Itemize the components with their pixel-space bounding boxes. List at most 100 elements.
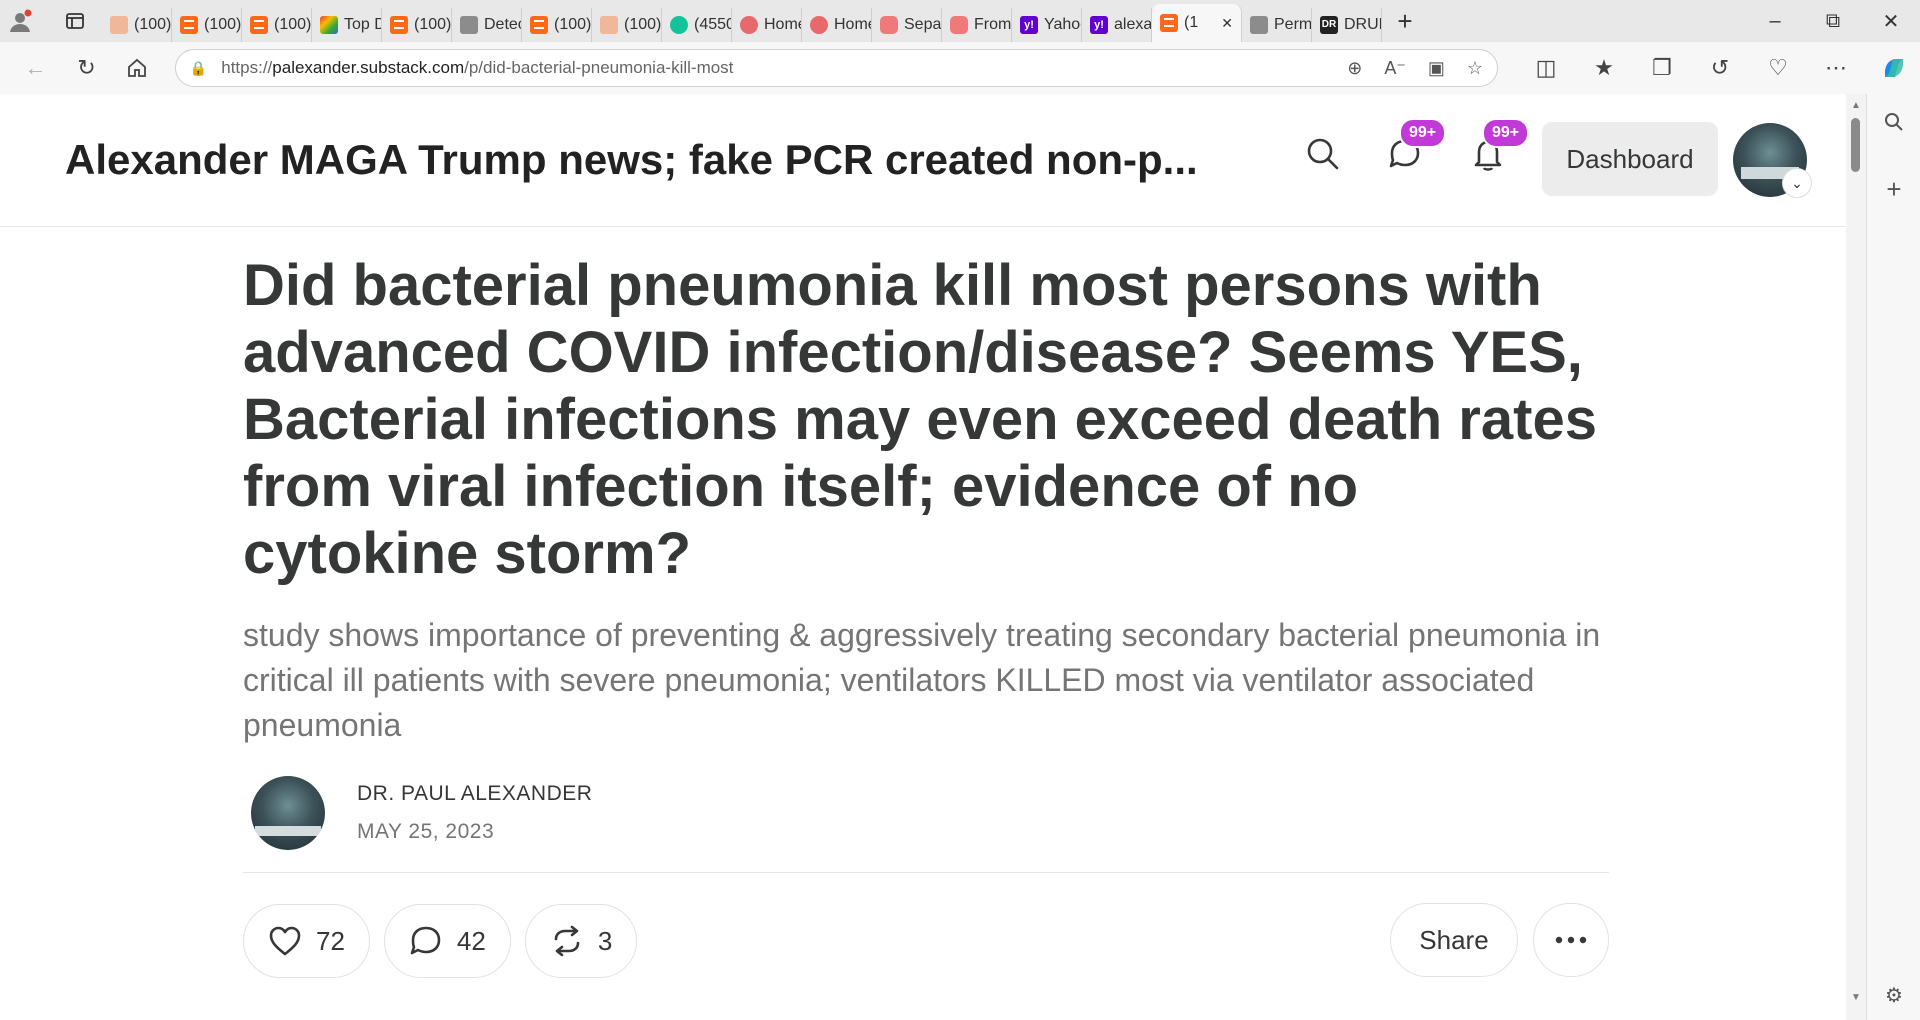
- browser-tab[interactable]: (100) U: [382, 8, 452, 42]
- edge-sidebar: + ⚙: [1866, 94, 1920, 1020]
- read-aloud-icon[interactable]: A⁻: [1384, 58, 1406, 79]
- sidebar-settings-button[interactable]: ⚙: [1885, 983, 1903, 1008]
- browser-tab[interactable]: DR DRUD: [1312, 8, 1382, 42]
- history-icon: ↺: [1710, 55, 1730, 80]
- substack-icon: [180, 16, 198, 34]
- restack-count: 3: [597, 925, 613, 956]
- scroll-up-icon[interactable]: ▲: [1851, 100, 1861, 111]
- browser-tab[interactable]: Home: [732, 8, 802, 42]
- drudge-icon: DR: [1320, 16, 1338, 34]
- url-path: /p/did-bacterial-pneumonia-kill-most: [464, 58, 734, 77]
- browser-tab[interactable]: Detect: [452, 8, 522, 42]
- search-button[interactable]: [1303, 134, 1343, 174]
- browser-tab[interactable]: (100) H: [592, 8, 662, 42]
- restore-button[interactable]: ⧉: [1804, 0, 1862, 42]
- sidebar-add-button[interactable]: +: [1886, 174, 1901, 205]
- notifications-button[interactable]: 99+: [1468, 118, 1530, 174]
- profile-button[interactable]: [0, 4, 58, 38]
- minimize-button[interactable]: –: [1746, 0, 1804, 42]
- browser-tab[interactable]: y! alexan: [1082, 8, 1152, 42]
- favorites-button[interactable]: ★: [1578, 48, 1630, 88]
- tab-actions-icon: [66, 13, 84, 29]
- close-tab-icon[interactable]: ✕: [1221, 15, 1233, 32]
- search-icon: [1307, 138, 1339, 170]
- collections-icon: ❐: [1652, 55, 1672, 80]
- tab-label: From E: [974, 16, 1012, 33]
- like-button[interactable]: 72: [243, 904, 370, 978]
- split-screen-icon: ◫: [1535, 55, 1557, 80]
- tab-label: Separa: [904, 16, 942, 33]
- comment-icon: [410, 926, 441, 955]
- home-button[interactable]: [112, 48, 163, 88]
- browser-tab[interactable]: (100) E: [522, 8, 592, 42]
- close-window-button[interactable]: ✕: [1862, 0, 1920, 42]
- rainbow-icon: [320, 16, 338, 34]
- author-avatar[interactable]: [251, 776, 325, 850]
- chat-badge: 99+: [1399, 118, 1447, 148]
- collections-button[interactable]: ❐: [1636, 48, 1688, 88]
- gear-icon: ⚙: [1885, 985, 1903, 1007]
- tab-label: Home: [834, 16, 871, 33]
- substack-icon: [1160, 14, 1178, 32]
- copilot-button[interactable]: [1868, 48, 1920, 88]
- browser-tab[interactable]: (100) H: [172, 8, 242, 42]
- browser-tab[interactable]: y! Yahoo: [1012, 8, 1082, 42]
- browser-tab[interactable]: Home: [802, 8, 872, 42]
- reload-button[interactable]: ↻: [61, 48, 112, 88]
- lock-icon: 🔒: [189, 59, 208, 76]
- divider: [243, 872, 1609, 873]
- publication-title[interactable]: Alexander MAGA Trump news; fake PCR crea…: [65, 136, 1245, 184]
- back-button[interactable]: ←: [10, 48, 61, 88]
- restack-button[interactable]: 3: [524, 904, 638, 978]
- scroll-down-icon[interactable]: ▼: [1851, 992, 1861, 1003]
- browser-tab[interactable]: Top Do: [312, 8, 382, 42]
- browser-essentials-button[interactable]: ♡: [1752, 48, 1804, 88]
- navigation-bar: ← ↻ 🔒 https://palexander.substack.com/p/…: [0, 42, 1920, 95]
- comment-button[interactable]: 42: [383, 904, 511, 978]
- tab-label: Detect: [484, 16, 521, 33]
- youtube-icon: [950, 16, 968, 34]
- browser-tab[interactable]: (4550): [662, 8, 732, 42]
- chevron-down-icon[interactable]: ⌄: [1782, 168, 1812, 198]
- restack-icon: [554, 925, 580, 957]
- heart-icon: [269, 926, 301, 956]
- article-subtitle: study shows importance of preventing & a…: [243, 617, 1601, 743]
- share-button[interactable]: Share: [1390, 903, 1518, 977]
- tab-actions-button[interactable]: [58, 4, 102, 38]
- immersive-reader-icon[interactable]: ▣: [1428, 58, 1445, 79]
- favorite-star-icon[interactable]: ☆: [1467, 58, 1483, 79]
- url-domain: palexander.substack.com: [272, 58, 465, 77]
- page-scrollbar[interactable]: ▲ ▼: [1846, 94, 1866, 1020]
- tab-label: alexan: [1114, 16, 1152, 33]
- sidebar-search-button[interactable]: [1884, 112, 1904, 138]
- browser-tab[interactable]: From E: [942, 8, 1012, 42]
- browser-tab[interactable]: Separa: [872, 8, 942, 42]
- zoom-icon[interactable]: ⊕: [1347, 58, 1362, 79]
- settings-more-button[interactable]: ⋯: [1810, 48, 1862, 88]
- history-button[interactable]: ↺: [1694, 48, 1746, 88]
- more-horizontal-icon: [1555, 936, 1587, 944]
- browser-tab[interactable]: (1 ✕: [1152, 4, 1242, 42]
- author-name[interactable]: DR. PAUL ALEXANDER: [357, 782, 592, 806]
- substack-faded-icon: [600, 16, 618, 34]
- tab-label: (100) H: [204, 16, 242, 33]
- split-screen-button[interactable]: ◫: [1520, 48, 1572, 88]
- dashboard-button[interactable]: Dashboard: [1542, 122, 1718, 196]
- new-tab-button[interactable]: +: [1382, 4, 1428, 38]
- tab-label: DRUD: [1344, 16, 1381, 33]
- address-bar[interactable]: 🔒 https://palexander.substack.com/p/did-…: [174, 49, 1498, 87]
- podcast-icon: [810, 16, 828, 34]
- tab-label: (4550): [694, 16, 731, 33]
- browser-tab[interactable]: (100) N: [102, 8, 172, 42]
- scroll-thumb[interactable]: [1851, 118, 1860, 172]
- article-title: Did bacterial pneumonia kill most person…: [243, 253, 1597, 586]
- browser-tab[interactable]: Permis: [1242, 8, 1312, 42]
- copilot-icon: [1884, 59, 1903, 77]
- tab-label: (1: [1184, 14, 1199, 31]
- more-options-button[interactable]: [1533, 903, 1609, 977]
- tab-label: Permis: [1274, 16, 1312, 33]
- podcast-icon: [740, 16, 758, 34]
- chat-button[interactable]: 99+: [1385, 118, 1447, 174]
- tab-label: (100) H: [624, 16, 662, 33]
- browser-tab[interactable]: (100) C: [242, 8, 312, 42]
